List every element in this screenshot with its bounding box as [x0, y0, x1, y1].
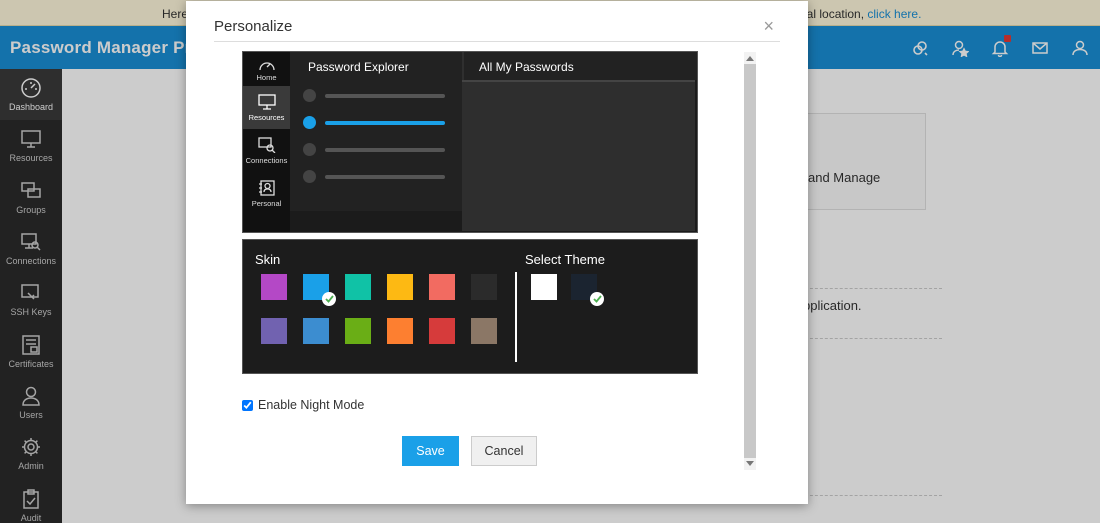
personal-contact-icon	[258, 179, 275, 196]
preview-row	[303, 116, 453, 130]
preview-row-dot	[303, 89, 316, 102]
scroll-up-arrow-icon[interactable]	[746, 56, 754, 61]
panel-divider	[515, 272, 517, 362]
skin-swatch[interactable]	[387, 318, 413, 344]
close-icon[interactable]: ×	[763, 16, 774, 37]
night-mode-row[interactable]: Enable Night Mode	[242, 398, 364, 412]
theme-swatch[interactable]	[531, 274, 557, 300]
home-dashboard-icon	[258, 62, 275, 70]
preview-row-dot	[303, 143, 316, 156]
theme-preview: Home Resources Connections Personal Pass…	[242, 51, 698, 233]
skin-swatch[interactable]	[429, 318, 455, 344]
dialog-scrollbar[interactable]	[744, 52, 756, 470]
preview-row-line	[325, 175, 445, 179]
skin-swatch[interactable]	[429, 274, 455, 300]
skin-swatch[interactable]	[345, 274, 371, 300]
preview-list	[290, 80, 462, 211]
skin-swatch[interactable]	[303, 318, 329, 344]
preview-row-line	[325, 121, 445, 125]
skin-swatch[interactable]	[471, 274, 497, 300]
preview-nav-personal: Personal	[243, 172, 290, 215]
scroll-down-arrow-icon[interactable]	[746, 461, 754, 466]
skin-swatch[interactable]	[387, 274, 413, 300]
preview-row-dot	[303, 170, 316, 183]
skin-title: Skin	[255, 252, 281, 267]
skin-swatch[interactable]	[471, 318, 497, 344]
connections-icon	[257, 136, 275, 153]
preview-row-line	[325, 94, 445, 98]
preview-row-dot	[303, 116, 316, 129]
title-divider	[214, 41, 780, 42]
skin-swatch[interactable]	[261, 274, 287, 300]
night-mode-checkbox[interactable]	[242, 399, 253, 411]
save-button[interactable]: Save	[402, 436, 459, 466]
preview-row	[303, 143, 453, 157]
theme-swatch[interactable]	[571, 274, 604, 306]
preview-row	[303, 170, 453, 184]
preview-row-line	[325, 148, 445, 152]
preview-tab-all-my-passwords: All My Passwords	[479, 60, 574, 74]
preview-nav: Home Resources Connections Personal	[243, 52, 290, 232]
cancel-button[interactable]: Cancel	[471, 436, 537, 466]
preview-tab-password-explorer: Password Explorer	[308, 60, 409, 74]
preview-tabbar: Password Explorer All My Passwords	[290, 52, 697, 80]
night-mode-label: Enable Night Mode	[258, 398, 365, 412]
personalize-dialog: Personalize × Home Resources Connections…	[186, 1, 808, 504]
theme-title: Select Theme	[525, 252, 605, 267]
check-icon	[590, 292, 604, 306]
preview-nav-home: Home	[243, 52, 290, 86]
preview-detail-pane	[462, 80, 695, 231]
preview-nav-resources: Resources	[243, 86, 290, 129]
skin-swatch[interactable]	[303, 274, 336, 306]
preview-nav-connections: Connections	[243, 129, 290, 172]
skin-swatch[interactable]	[345, 318, 371, 344]
check-icon	[322, 292, 336, 306]
preview-row	[303, 89, 453, 103]
tab-separator	[462, 52, 464, 80]
scroll-thumb[interactable]	[744, 64, 756, 458]
monitor-icon	[257, 93, 276, 110]
dialog-title: Personalize	[214, 18, 293, 35]
skin-swatch[interactable]	[261, 318, 287, 344]
skin-theme-panel: Skin Select Theme	[242, 239, 698, 374]
